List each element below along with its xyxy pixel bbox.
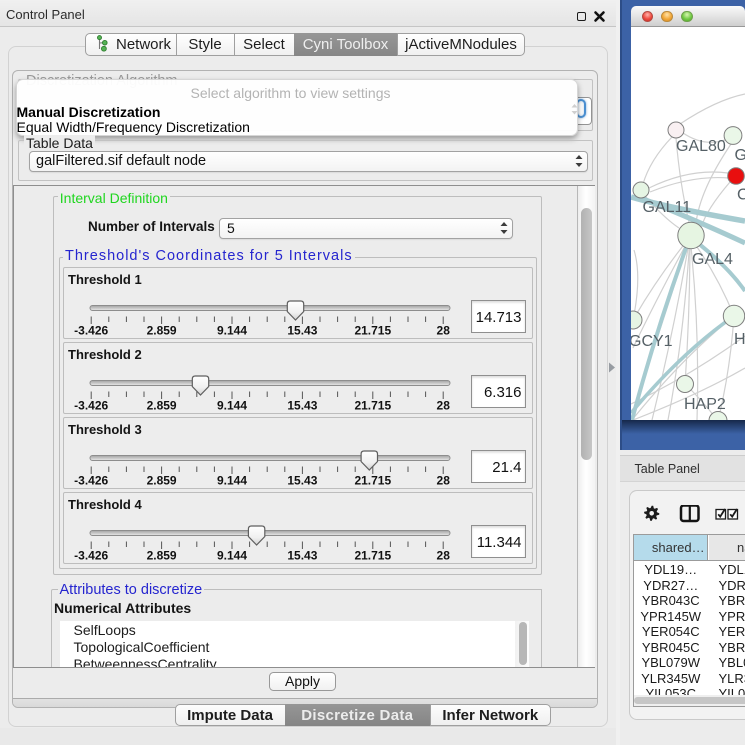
svg-text:21.715: 21.715 <box>354 398 391 412</box>
svg-text:9.144: 9.144 <box>217 323 247 337</box>
svg-text:-3.426: -3.426 <box>74 473 108 487</box>
svg-text:15.43: 15.43 <box>287 473 317 487</box>
svg-text:2.859: 2.859 <box>147 473 177 487</box>
svg-text:GA: GA <box>735 147 745 164</box>
svg-text:21.715: 21.715 <box>354 548 391 562</box>
svg-text:GAL11: GAL11 <box>643 199 692 216</box>
svg-text:HI: HI <box>734 331 745 348</box>
svg-text:C: C <box>737 187 745 204</box>
svg-text:GAL80: GAL80 <box>676 138 726 155</box>
svg-text:28: 28 <box>437 323 451 337</box>
svg-text:9.144: 9.144 <box>217 548 247 562</box>
svg-text:2.859: 2.859 <box>147 398 177 412</box>
svg-text:28: 28 <box>437 548 451 562</box>
svg-text:21.715: 21.715 <box>354 473 391 487</box>
svg-text:9.144: 9.144 <box>217 473 247 487</box>
svg-text:28: 28 <box>437 398 451 412</box>
svg-text:28: 28 <box>437 473 451 487</box>
svg-text:-3.426: -3.426 <box>74 323 108 337</box>
svg-text:15.43: 15.43 <box>287 323 317 337</box>
svg-text:15.43: 15.43 <box>287 398 317 412</box>
svg-text:GAL4: GAL4 <box>692 251 733 268</box>
svg-text:2.859: 2.859 <box>147 548 177 562</box>
svg-text:-3.426: -3.426 <box>74 548 108 562</box>
svg-text:GCY1: GCY1 <box>631 333 673 350</box>
svg-text:HAP2: HAP2 <box>684 396 726 413</box>
svg-text:9.144: 9.144 <box>217 398 247 412</box>
svg-text:2.859: 2.859 <box>147 323 177 337</box>
svg-text:15.43: 15.43 <box>287 548 317 562</box>
svg-text:21.715: 21.715 <box>354 323 391 337</box>
svg-text:-3.426: -3.426 <box>74 398 108 412</box>
